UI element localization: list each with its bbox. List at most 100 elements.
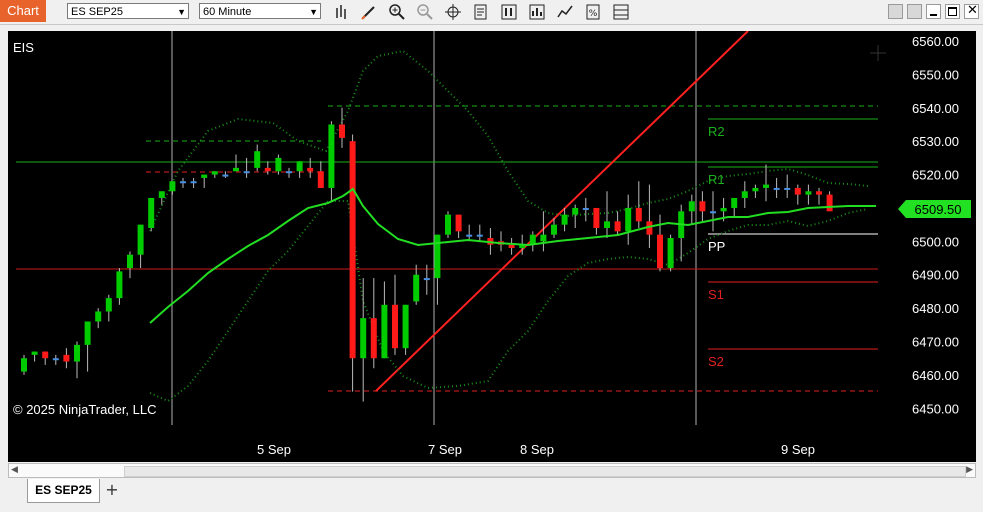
candle xyxy=(794,184,801,205)
candle-body xyxy=(551,224,557,235)
candle xyxy=(116,268,123,305)
candle xyxy=(201,174,208,188)
price-chart[interactable]: R2 R1 PP S1 S2 EIS © 2025 NinjaTrader, L… xyxy=(8,31,976,462)
instrument-selector[interactable]: ES SEP25 ▼ xyxy=(67,3,189,19)
price-tick-label: 6560.00 xyxy=(912,34,959,49)
candle xyxy=(498,231,504,252)
candle-body xyxy=(826,194,833,212)
candle-body xyxy=(52,358,59,361)
candle xyxy=(137,224,144,269)
candle-body xyxy=(264,167,271,172)
candle xyxy=(317,161,324,188)
candle xyxy=(625,194,632,245)
price-axis[interactable]: 6560.006550.006540.006530.006520.006510.… xyxy=(912,34,959,416)
candle-body xyxy=(370,318,377,359)
candle xyxy=(784,174,791,198)
chart-trader-icon[interactable] xyxy=(556,3,574,21)
candle-body xyxy=(169,181,176,192)
scroll-right-icon[interactable]: ▶ xyxy=(966,465,973,475)
time-tick-label: 8 Sep xyxy=(520,442,554,457)
candle-body xyxy=(349,141,356,359)
add-tab-button[interactable]: + xyxy=(102,481,122,499)
candle xyxy=(31,351,38,362)
tab-es-sep25[interactable]: ES SEP25 xyxy=(27,479,100,503)
zoom-in-icon[interactable] xyxy=(388,3,406,21)
lower-band xyxy=(149,200,869,403)
candle-body xyxy=(816,191,822,195)
candle xyxy=(296,161,303,178)
candle-body xyxy=(794,187,801,195)
instrument-label: EIS xyxy=(13,40,34,55)
horizontal-scrollbar[interactable]: ◀ ▶ xyxy=(8,463,976,478)
crosshair-marker-icon xyxy=(870,45,886,61)
chart-title-tab[interactable]: Chart xyxy=(0,0,46,22)
candle xyxy=(148,197,155,232)
price-tick-label: 6520.00 xyxy=(912,168,959,183)
candle-body xyxy=(317,171,324,188)
candle-body xyxy=(392,304,398,349)
moving-average-line xyxy=(149,187,876,324)
crosshair-icon[interactable] xyxy=(444,3,462,21)
interval-selector-value: 60 Minute xyxy=(203,6,252,18)
candle-body xyxy=(243,171,250,174)
candle xyxy=(731,197,738,218)
chevron-down-icon: ▼ xyxy=(177,7,186,17)
candle xyxy=(604,191,610,239)
candle-body xyxy=(201,174,208,178)
candle xyxy=(593,207,600,235)
zoom-out-icon[interactable] xyxy=(416,3,434,21)
candle xyxy=(773,177,780,198)
interval-selector[interactable]: 60 Minute ▼ xyxy=(199,3,321,19)
candle xyxy=(105,294,112,322)
properties-icon[interactable] xyxy=(472,3,490,21)
time-axis[interactable]: 5 Sep 7 Sep 8 Sep 9 Sep xyxy=(257,442,815,457)
data-box-icon[interactable] xyxy=(612,3,630,21)
time-tick-label: 7 Sep xyxy=(428,442,462,457)
price-tick-label: 6530.00 xyxy=(912,134,959,149)
candle-body xyxy=(445,214,451,235)
candle-body xyxy=(710,211,716,214)
candle xyxy=(349,134,356,392)
templates-icon[interactable]: % xyxy=(584,3,602,21)
pivot-s1-label: S1 xyxy=(708,287,724,302)
candle xyxy=(95,308,102,329)
candle xyxy=(529,231,536,252)
candle xyxy=(508,238,515,255)
candle-body xyxy=(561,214,568,225)
candle-body xyxy=(286,171,292,174)
candle-body xyxy=(582,207,589,210)
candle xyxy=(826,191,833,212)
scrollbar-thumb[interactable] xyxy=(124,466,966,477)
candle xyxy=(657,214,663,272)
candle-body xyxy=(307,167,314,172)
price-tick-label: 6550.00 xyxy=(912,67,959,82)
candle xyxy=(392,274,398,355)
indicators-icon[interactable] xyxy=(528,3,546,21)
candle xyxy=(127,251,133,279)
price-tick-label: 6460.00 xyxy=(912,368,959,383)
bar-type-icon[interactable] xyxy=(333,3,351,21)
candle-body xyxy=(275,157,282,172)
price-tick-label: 6470.00 xyxy=(912,335,959,350)
candle xyxy=(688,194,695,225)
candle-body xyxy=(720,207,727,212)
candle-body xyxy=(434,234,441,279)
chevron-down-icon: ▼ xyxy=(309,7,318,17)
strategies-icon[interactable] xyxy=(500,3,518,21)
candle xyxy=(84,321,91,372)
minimize-button[interactable] xyxy=(926,4,941,19)
window-option-button[interactable] xyxy=(907,4,922,19)
candle xyxy=(180,177,186,188)
candle-body xyxy=(688,201,695,212)
maximize-button[interactable] xyxy=(945,4,960,19)
drawing-tool-icon[interactable] xyxy=(360,3,378,21)
candle-body xyxy=(752,187,759,192)
close-button[interactable]: ✕ xyxy=(964,3,979,19)
scroll-left-icon[interactable]: ◀ xyxy=(11,465,18,475)
price-tick-label: 6500.00 xyxy=(912,234,959,249)
candle-body xyxy=(137,224,144,255)
candle xyxy=(699,191,706,222)
candle xyxy=(614,211,621,235)
window-option-button[interactable] xyxy=(888,4,903,19)
candle-body xyxy=(614,221,621,232)
